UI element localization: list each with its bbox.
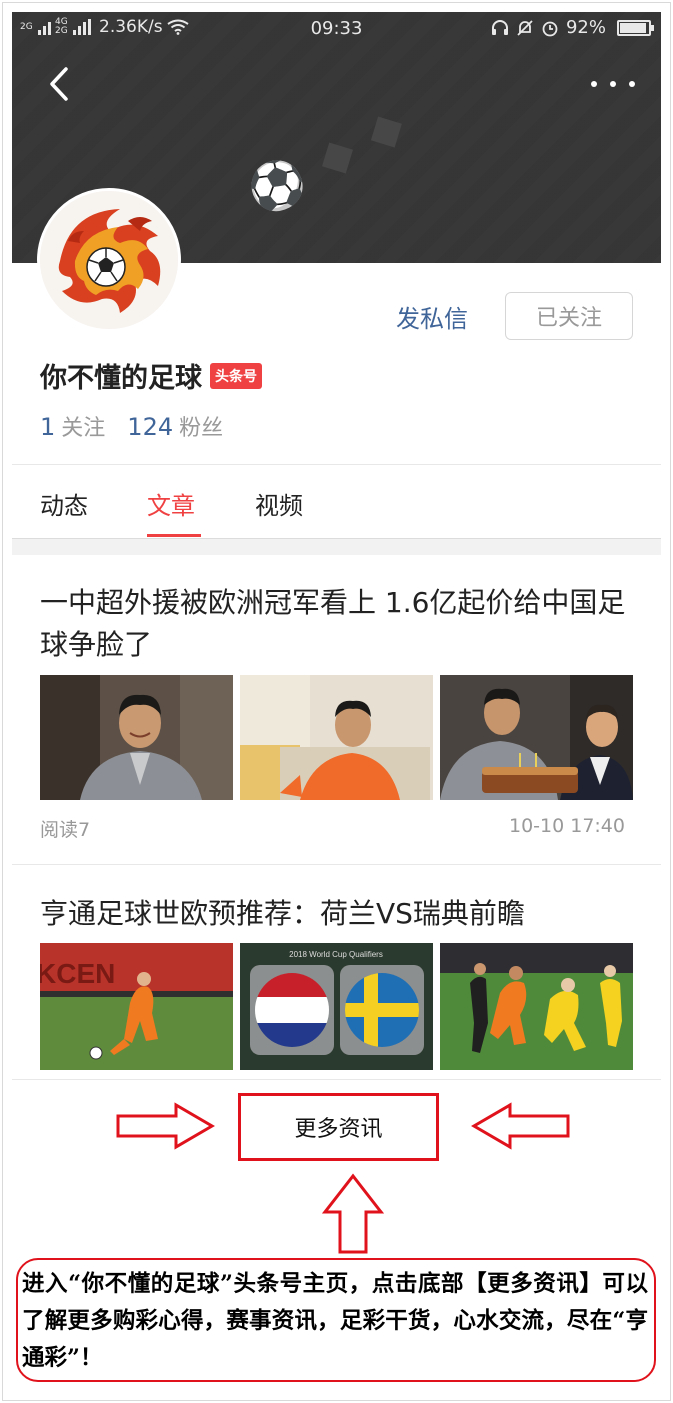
arrow-up-icon: [322, 1173, 384, 1254]
chevron-left-icon: [50, 67, 68, 101]
following-label: 关注: [61, 416, 106, 441]
tab-articles[interactable]: 文章: [147, 486, 195, 521]
divider: [12, 864, 661, 865]
divider: [12, 1079, 661, 1080]
section-gap: [12, 538, 661, 555]
more-news-button[interactable]: 更多资讯: [238, 1093, 439, 1161]
status-right: 92%: [491, 17, 654, 38]
article-thumbnail[interactable]: [240, 675, 433, 800]
player-photo: [40, 675, 233, 800]
ad-board-text: KCEN: [40, 958, 115, 989]
fans-count: 124: [127, 413, 174, 441]
wc-banner-text: 2018 World Cup Qualifiers: [289, 950, 383, 959]
mute-bell-icon: [517, 19, 533, 36]
arrow-right-icon: [116, 1102, 215, 1150]
alarm-icon: [542, 21, 558, 36]
celebration-photo: [440, 675, 633, 800]
fans-stat[interactable]: 124 粉丝: [127, 410, 223, 442]
instruction-note: 进入“你不懂的足球”头条号主页，点击底部【更多资讯】可以了解更多购彩心得，赛事资…: [16, 1258, 656, 1382]
arrow-left-icon: [471, 1102, 570, 1150]
back-button[interactable]: [42, 64, 82, 104]
tab-feed[interactable]: 动态: [40, 486, 88, 521]
tab-bar: 动态 文章 视频: [12, 466, 661, 538]
dot-icon: [610, 81, 616, 87]
article-thumbnail[interactable]: [440, 943, 633, 1070]
active-tab-indicator: [147, 534, 201, 537]
profile-stats: 1 关注 124 粉丝: [40, 410, 223, 442]
follow-button[interactable]: 已关注: [505, 292, 633, 340]
battery-icon: [617, 19, 654, 36]
dot-icon: [629, 81, 635, 87]
read-count: 阅读7: [40, 819, 91, 841]
more-options-button[interactable]: [591, 74, 635, 94]
article-thumbnail[interactable]: 2018 World Cup Qualifiers: [240, 943, 433, 1070]
battery-percent: 92%: [565, 17, 606, 38]
status-bar: 2G 4G 2G 2.36K/s 09:33 92%: [12, 12, 661, 46]
divider: [12, 464, 661, 465]
article-title[interactable]: 亨通足球世欧预推荐：荷兰VS瑞典前瞻: [40, 893, 636, 935]
flags-graphic: 2018 World Cup Qualifiers: [240, 943, 433, 1070]
following-stat[interactable]: 1 关注: [40, 410, 105, 442]
publish-date: 10-10 17:40: [508, 815, 625, 837]
article-title[interactable]: 一中超外援被欧洲冠军看上 1.6亿起价给中国足球争脸了: [40, 582, 636, 666]
player-photo: [240, 675, 433, 800]
toutiao-badge: 头条号: [210, 362, 262, 389]
fans-label: 粉丝: [179, 416, 224, 441]
article-thumbnail[interactable]: [440, 675, 633, 800]
match-photo: KCEN: [40, 943, 233, 1070]
match-photo: [440, 943, 633, 1070]
send-message-link[interactable]: 发私信: [396, 299, 468, 334]
phoenix-football-logo: [40, 191, 178, 329]
battery-fill: [620, 22, 646, 33]
headset-icon: [491, 19, 508, 35]
profile-name-row: 你不懂的足球 头条号: [40, 356, 262, 395]
article-thumbnail[interactable]: KCEN: [40, 943, 233, 1070]
avatar[interactable]: [37, 188, 181, 332]
following-count: 1: [40, 413, 56, 441]
dot-icon: [591, 81, 597, 87]
article-thumbnail[interactable]: [40, 675, 233, 800]
tab-videos[interactable]: 视频: [255, 486, 303, 521]
profile-name: 你不懂的足球: [40, 363, 202, 394]
